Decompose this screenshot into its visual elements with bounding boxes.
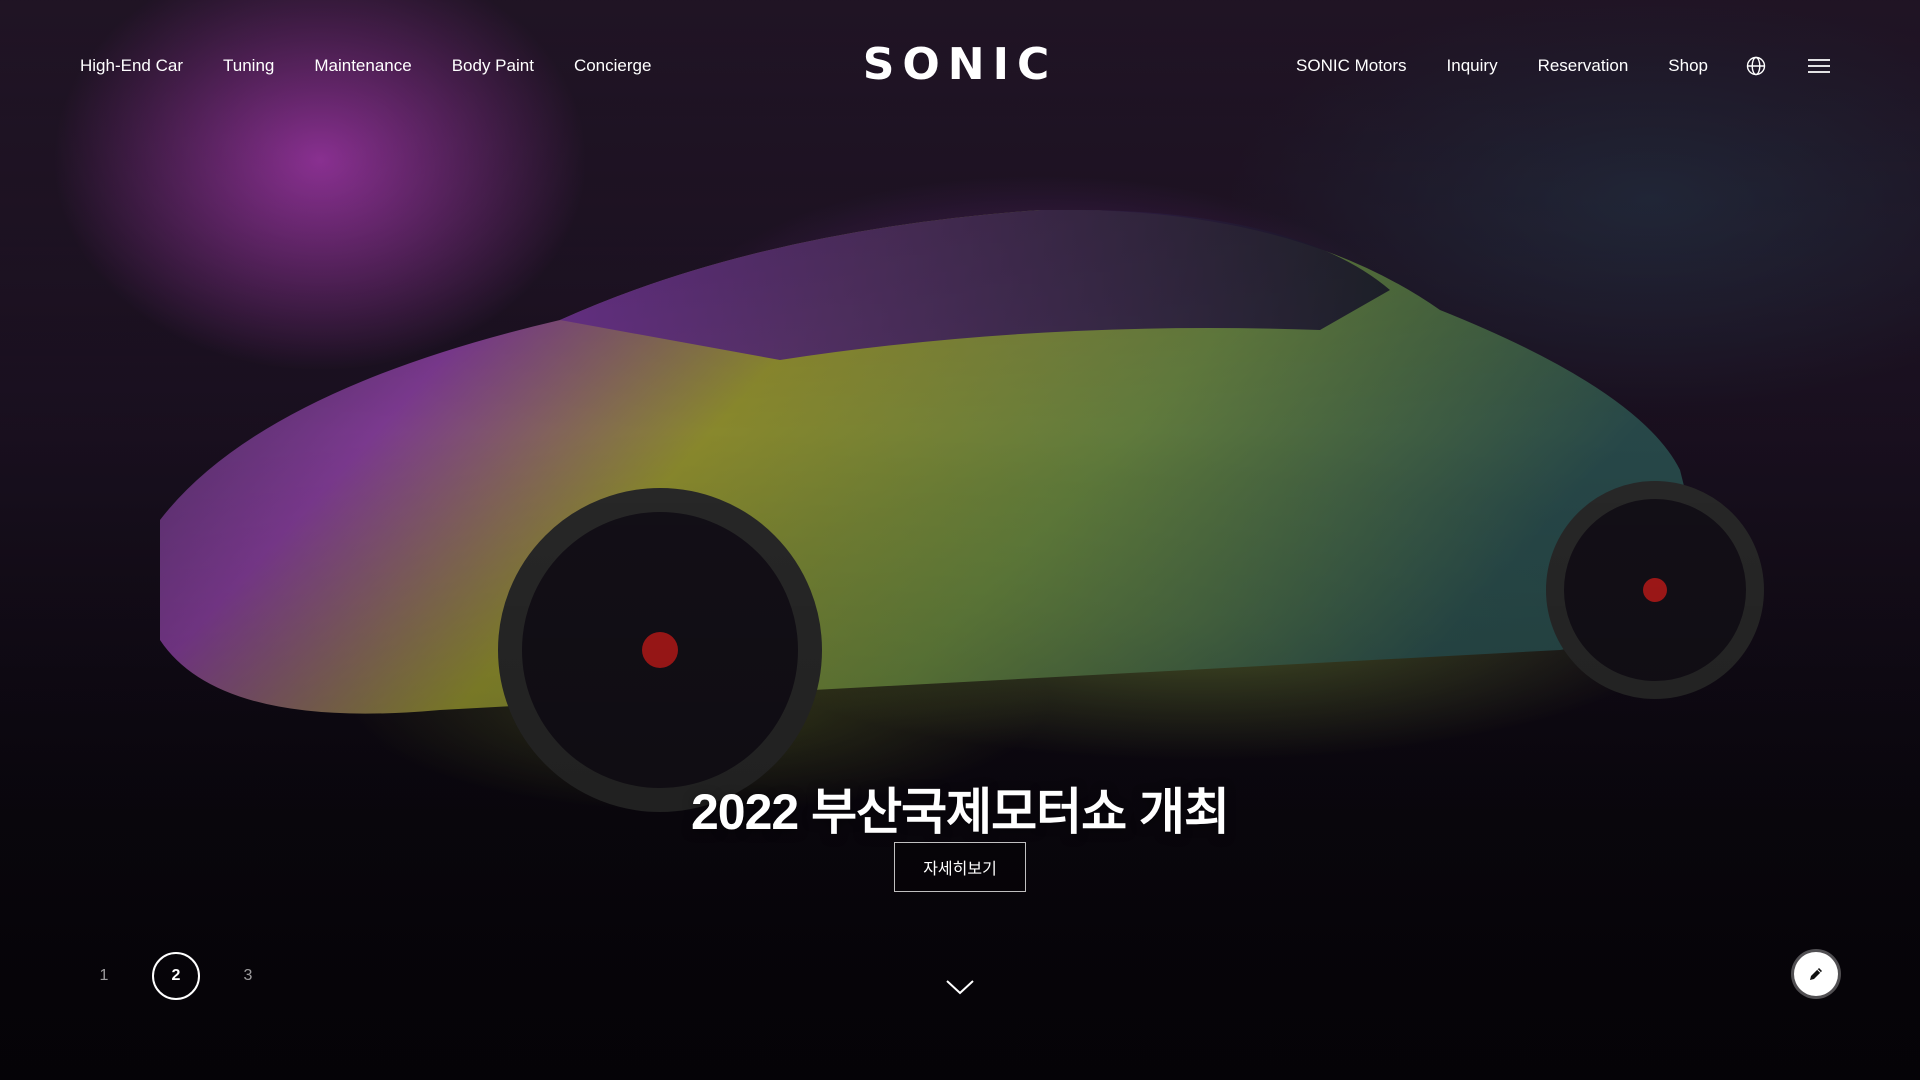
nav-reservation[interactable]: Reservation xyxy=(1538,54,1629,78)
site-logo[interactable]: SONIC xyxy=(863,40,1058,90)
hero-headline: 2022 부산국제모터쇼 개최 xyxy=(690,783,1230,840)
nav-tuning[interactable]: Tuning xyxy=(223,54,274,78)
nav-sonic-motors[interactable]: SONIC Motors xyxy=(1296,54,1407,78)
nav-high-end-car[interactable]: High-End Car xyxy=(80,54,183,78)
pager-item-1[interactable]: 1 xyxy=(80,952,128,1000)
hamburger-menu-icon[interactable] xyxy=(1808,58,1830,74)
slide-pager: 1 2 3 xyxy=(80,952,272,1000)
nav-maintenance[interactable]: Maintenance xyxy=(314,54,411,78)
globe-icon[interactable] xyxy=(1746,56,1766,76)
nav-shop[interactable]: Shop xyxy=(1668,54,1708,78)
primary-nav-right: SONIC Motors Inquiry Reservation Shop xyxy=(1296,54,1708,78)
chevron-down-icon[interactable] xyxy=(945,978,975,996)
view-details-button[interactable]: 자세히보기 xyxy=(894,842,1026,892)
primary-nav-left: High-End Car Tuning Maintenance Body Pai… xyxy=(80,54,651,78)
nav-concierge[interactable]: Concierge xyxy=(574,54,652,78)
pencil-icon[interactable] xyxy=(1794,952,1838,996)
nav-body-paint[interactable]: Body Paint xyxy=(452,54,534,78)
pager-item-2[interactable]: 2 xyxy=(152,952,200,1000)
hero-background xyxy=(0,0,1920,1080)
pager-item-3[interactable]: 3 xyxy=(224,952,272,1000)
nav-inquiry[interactable]: Inquiry xyxy=(1447,54,1498,78)
